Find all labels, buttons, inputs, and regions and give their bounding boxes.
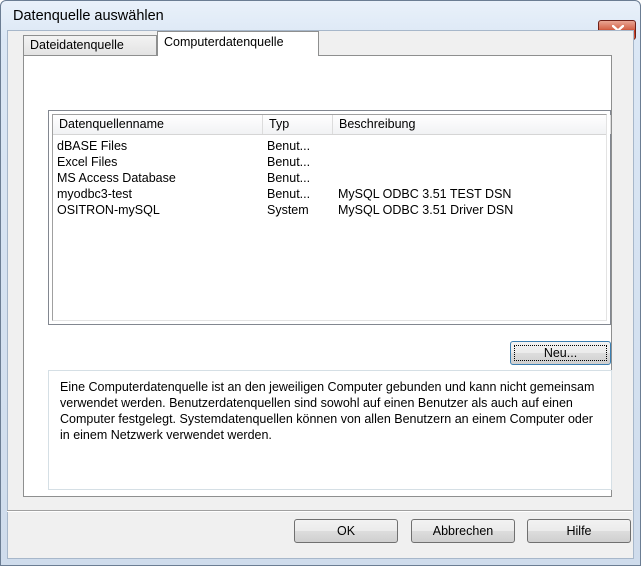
list-item-type: Benut... (267, 155, 311, 169)
list-item[interactable]: dBASE Files Benut... (53, 138, 606, 154)
list-item-type: Benut... (267, 171, 311, 185)
column-header-description[interactable]: Beschreibung (333, 115, 611, 134)
window-title: Datenquelle auswählen (13, 8, 164, 24)
list-item[interactable]: myodbc3-test Benut... MySQL ODBC 3.51 TE… (53, 186, 606, 202)
list-item-name: OSITRON-mySQL (57, 203, 160, 217)
datasource-list-body: Datenquellenname Typ Beschreibung dBASE … (52, 114, 611, 321)
ok-button[interactable]: OK (294, 519, 398, 543)
cancel-button[interactable]: Abbrechen (411, 519, 515, 543)
list-item[interactable]: MS Access Database Benut... (53, 170, 606, 186)
title-bar[interactable]: Datenquelle auswählen (1, 1, 640, 31)
tab-file-datasource[interactable]: Dateidatenquelle (23, 35, 157, 55)
datasource-list[interactable]: Datenquellenname Typ Beschreibung dBASE … (48, 110, 611, 325)
list-item-description: MySQL ODBC 3.51 TEST DSN (338, 187, 512, 201)
list-item-type: Benut... (267, 187, 311, 201)
list-header: Datenquellenname Typ Beschreibung (53, 115, 611, 135)
tab-computer-datasource[interactable]: Computerdatenquelle (157, 31, 319, 56)
list-item-name: Excel Files (57, 155, 118, 169)
list-item-description: MySQL ODBC 3.51 Driver DSN (338, 203, 514, 217)
list-item-name: myodbc3-test (57, 187, 133, 201)
list-item-type: System (267, 203, 309, 217)
list-item[interactable]: OSITRON-mySQL System MySQL ODBC 3.51 Dri… (53, 202, 606, 218)
focus-indicator (514, 345, 607, 361)
description-text: Eine Computerdatenquelle ist an den jewe… (60, 380, 595, 442)
list-item-name: dBASE Files (57, 139, 128, 153)
separator (7, 510, 632, 512)
column-header-name[interactable]: Datenquellenname (53, 115, 263, 134)
list-item-name: MS Access Database (57, 171, 176, 185)
list-item-type: Benut... (267, 139, 311, 153)
new-button[interactable]: Neu... (510, 341, 611, 365)
list-item[interactable]: Excel Files Benut... (53, 154, 606, 170)
column-header-type[interactable]: Typ (263, 115, 333, 134)
help-button[interactable]: Hilfe (527, 519, 631, 543)
